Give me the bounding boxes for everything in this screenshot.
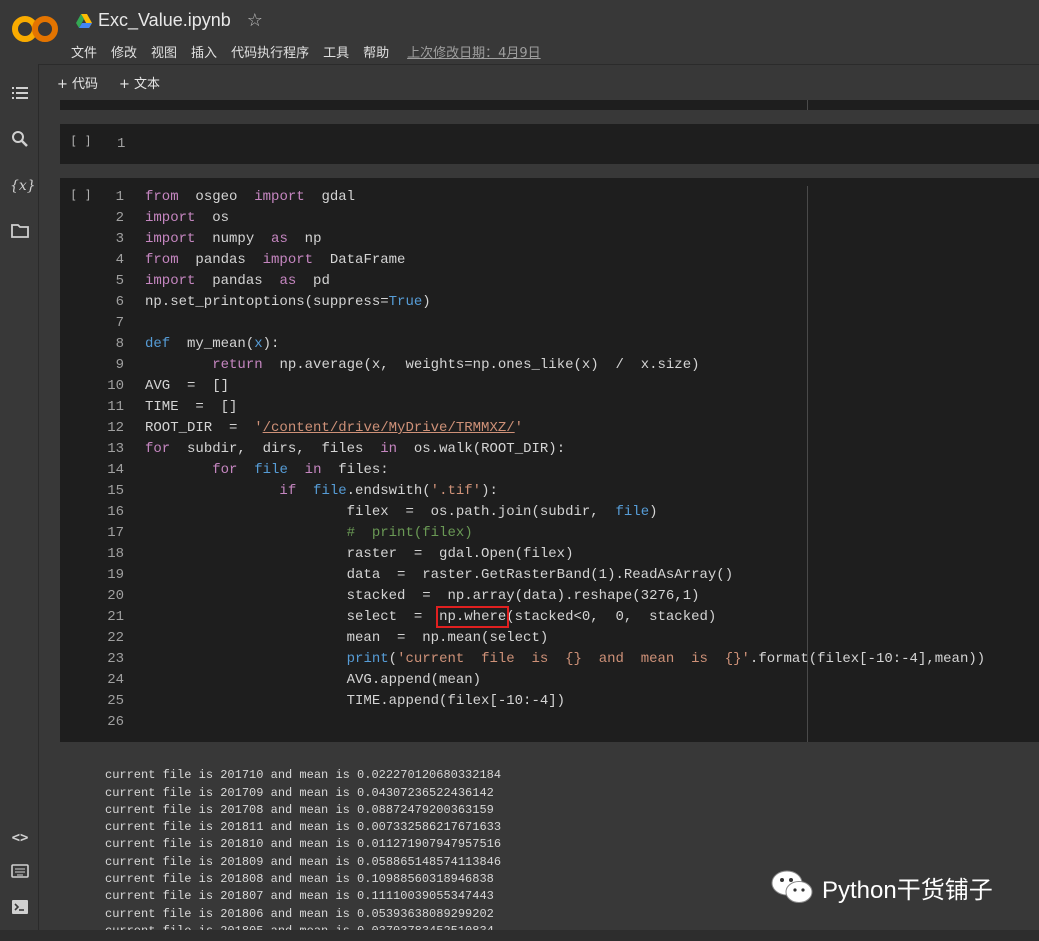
previous-cell-tail[interactable] [60,100,1039,110]
code-snippets-icon[interactable]: <> [10,828,30,848]
menu-file[interactable]: 文件 [71,42,97,61]
output-line: current file is 201708 and mean is 0.088… [105,802,494,817]
menu-view[interactable]: 视图 [151,42,177,61]
output-line: current file is 201710 and mean is 0.022… [105,768,502,783]
title-row: Exc_Value.ipynb ☆ [76,10,263,31]
notebook-area: [ ] 1 [ ] 1 from osgeo import gdal 2 impor… [39,100,1039,941]
output-line: current file is 201807 and mean is 0.111… [105,889,494,904]
folder-icon[interactable] [10,222,30,242]
menu-tools[interactable]: 工具 [323,42,349,61]
left-sidebar: {x} <> [0,64,39,941]
empty-code-cell[interactable]: [ ] 1 [60,124,1039,164]
command-palette-icon[interactable] [10,862,30,882]
colab-logo[interactable] [12,14,58,44]
output-line: current file is 201809 and mean is 0.058… [105,854,502,869]
highlight-box: np.where [436,606,510,628]
watermark-text: Python干货铺子 [822,876,993,904]
variables-icon[interactable]: {x} [10,176,36,196]
google-drive-icon [76,13,92,28]
ruler-line [807,100,808,110]
menu-edit[interactable]: 修改 [111,42,137,61]
last-modified-link[interactable]: 上次修改日期：4月9日 [407,42,541,61]
top-header: Exc_Value.ipynb ☆ 文件 修改 视图 插入 代码执行程序 工具 … [0,0,1039,64]
wechat-icon [771,870,813,903]
menu-runtime[interactable]: 代码执行程序 [231,42,309,61]
search-icon[interactable] [10,130,30,150]
menu-insert[interactable]: 插入 [191,42,217,61]
line-number: 1 [117,136,126,152]
run-cell-button[interactable]: [ ] [70,134,92,148]
cell-toolbar: + 代码 + 文本 [39,64,1039,101]
add-text-button[interactable]: + 文本 [119,73,160,92]
output-line: current file is 201806 and mean is 0.053… [105,906,494,921]
output-line: current file is 201811 and mean is 0.007… [105,820,502,835]
terminal-icon[interactable] [10,898,30,918]
star-icon[interactable]: ☆ [247,10,263,31]
notebook-title[interactable]: Exc_Value.ipynb [98,10,231,31]
cell-output: current file is 201710 and mean is 0.022… [105,750,501,941]
code-cell[interactable]: [ ] 1 from osgeo import gdal 2 import os 3… [60,178,1039,742]
run-cell-button[interactable]: [ ] [70,188,92,202]
add-code-button[interactable]: + 代码 [57,73,98,92]
output-line: current file is 201709 and mean is 0.043… [105,785,494,800]
menu-help[interactable]: 帮助 [363,42,389,61]
status-bar [0,930,1039,941]
table-of-contents-icon[interactable] [10,84,30,104]
output-line: current file is 201810 and mean is 0.011… [105,837,502,852]
menu-bar: 文件 修改 视图 插入 代码执行程序 工具 帮助 上次修改日期：4月9日 [71,42,555,61]
watermark: Python干货铺子 [770,868,993,906]
output-line: current file is 201808 and mean is 0.109… [105,872,494,887]
